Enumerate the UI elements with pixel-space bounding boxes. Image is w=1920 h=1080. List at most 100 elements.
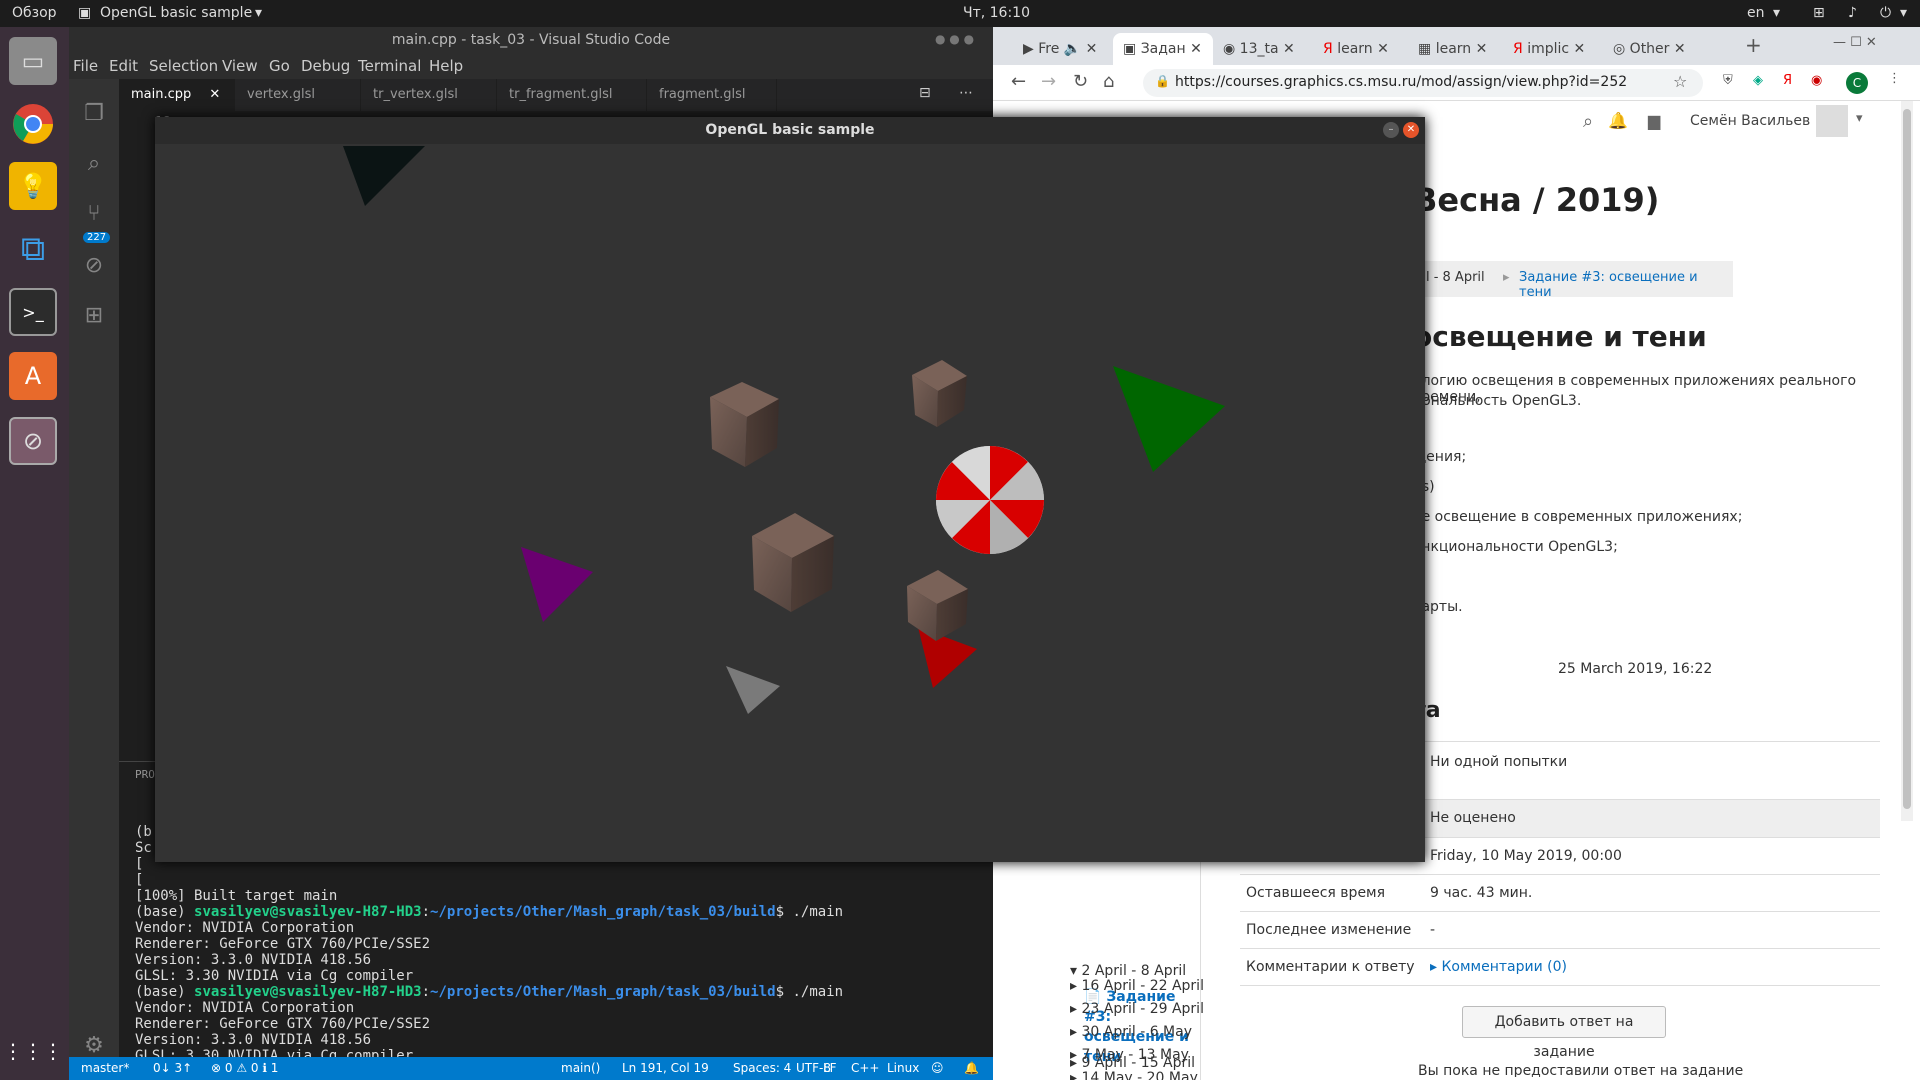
render-canvas[interactable] (155, 144, 1425, 862)
vscode-icon[interactable]: ⧉ (9, 225, 57, 273)
menu-help[interactable]: Help (429, 57, 463, 75)
terminal-line: [ (135, 856, 144, 872)
browser-tab[interactable]: Я implic ✕ (1503, 33, 1603, 65)
nav-item[interactable]: ▸ 23 April - 29 April (1070, 1001, 1204, 1017)
tab-main-cpp[interactable]: main.cpp ✕ (119, 79, 235, 111)
language-mode[interactable]: C++ (851, 1061, 880, 1075)
browser-tab[interactable]: ▶ Fre 🔈 ✕ (1013, 33, 1113, 65)
extension-icon[interactable]: ◈ (1753, 73, 1763, 88)
breadcrumb-item-current[interactable]: Задание #3: освещение и тени (1519, 270, 1733, 300)
avatar[interactable] (1816, 105, 1848, 137)
clock[interactable]: Чт, 16:10 (963, 5, 1030, 21)
browser-tab[interactable]: ▦ learn ✕ (1408, 33, 1503, 65)
bell-icon[interactable]: 🔔 (1608, 111, 1628, 130)
back-icon[interactable]: ← (1011, 71, 1026, 92)
sync-indicator[interactable]: 0↓ 3↑ (153, 1061, 192, 1075)
power-icon[interactable]: ⏻ (1880, 5, 1891, 21)
triangle-red (918, 627, 977, 688)
os-indicator[interactable]: Linux (887, 1061, 919, 1075)
terminal-line: Version: 3.3.0 NVIDIA 418.56 (135, 952, 372, 968)
comments-link[interactable]: ▸ Комментарии (0) (1430, 959, 1567, 975)
tab-tr-vertex-glsl[interactable]: tr_vertex.glsl (361, 79, 497, 111)
menu-debug[interactable]: Debug (301, 57, 350, 75)
menu-edit[interactable]: Edit (109, 57, 138, 75)
feedback-icon[interactable]: ☺ (931, 1061, 944, 1075)
network-icon[interactable]: ⊞ (1813, 5, 1825, 21)
chrome-icon[interactable] (9, 100, 57, 148)
reload-icon[interactable]: ↻ (1073, 71, 1088, 92)
debug-icon[interactable]: ⊘ (79, 251, 109, 281)
browser-tab[interactable]: ◎ Other ✕ (1603, 33, 1703, 65)
menu-selection[interactable]: Selection (149, 57, 218, 75)
split-editor-icon[interactable]: ⊟ (919, 85, 931, 101)
terminal-icon[interactable]: >_ (9, 288, 57, 336)
language-indicator[interactable]: en (1747, 5, 1765, 21)
bell-icon[interactable]: 🔔 (964, 1061, 979, 1075)
nav-item[interactable]: ▸ 30 April - 6 May (1070, 1024, 1192, 1040)
show-apps-icon[interactable]: ⋮⋮⋮ (3, 1027, 63, 1075)
forward-icon[interactable]: → (1041, 71, 1056, 92)
scrollbar[interactable] (1901, 101, 1913, 821)
nav-item[interactable]: ▾ 2 April - 8 April (1070, 963, 1186, 979)
search-icon[interactable]: ⌕ (1583, 111, 1593, 132)
yandex-icon[interactable]: Я (1783, 73, 1792, 88)
source-control-icon[interactable]: ⑂ (79, 199, 109, 229)
extension-icon[interactable]: ⛨ (1723, 73, 1733, 88)
menu-go[interactable]: Go (269, 57, 290, 75)
terminal-line: Vendor: NVIDIA Corporation (135, 1000, 355, 1016)
menu-terminal[interactable]: Terminal (358, 57, 421, 75)
user-name[interactable]: Семён Васильев (1690, 113, 1810, 129)
nav-item[interactable]: ▸ 16 April - 22 April (1070, 978, 1204, 994)
triangle-grey (726, 666, 780, 714)
indentation[interactable]: Spaces: 4 (733, 1061, 791, 1075)
function-indicator[interactable]: main() (561, 1061, 600, 1075)
new-tab-button[interactable]: + (1745, 33, 1762, 57)
home-icon[interactable]: ⌂ (1103, 71, 1114, 92)
messages-icon[interactable]: ▆ (1648, 111, 1660, 130)
page-heading: освещение и тени (1413, 320, 1707, 353)
overview-button[interactable]: Обзор (12, 5, 57, 21)
opengl-window[interactable]: OpenGL basic sample – ✕ (155, 117, 1425, 862)
extensions-icon[interactable]: ⊞ (79, 301, 109, 331)
system-top-bar: Обзор ▣ OpenGL basic sample ▾ Чт, 16:10 … (0, 0, 1920, 27)
files-icon[interactable]: ▭ (9, 37, 57, 85)
close-icon[interactable]: ✕ (209, 87, 220, 102)
terminal-line: [ (135, 872, 144, 888)
crate (710, 382, 779, 467)
panel-tab-label[interactable]: PRO (135, 768, 155, 781)
browser-tab[interactable]: ◉ 13_ta ✕ (1213, 33, 1313, 65)
window-controls[interactable]: — ☐ ✕ (1833, 35, 1877, 50)
tab-vertex-glsl[interactable]: vertex.glsl (235, 79, 361, 111)
more-icon[interactable]: ⋯ (959, 85, 973, 101)
profile-avatar[interactable]: С (1846, 72, 1868, 94)
menu-view[interactable]: View (222, 57, 258, 75)
tab-tr-fragment-glsl[interactable]: tr_fragment.glsl (497, 79, 647, 111)
nav-item[interactable]: ▸ 7 May - 13 May (1070, 1047, 1189, 1063)
breadcrumb-item[interactable]: ril - 8 April (1417, 270, 1485, 285)
add-submission-button[interactable]: Добавить ответ на задание (1462, 1006, 1666, 1060)
lightbulb-icon[interactable]: 💡 (9, 162, 57, 210)
window-controls[interactable]: ● ● ● (935, 32, 974, 46)
nav-item[interactable]: ▸ 14 May - 20 May (1070, 1070, 1198, 1080)
minimize-icon[interactable]: – (1383, 122, 1399, 138)
eol[interactable]: LF (823, 1061, 837, 1075)
volume-icon[interactable]: ♪ (1848, 5, 1857, 21)
browser-tab-active[interactable]: ▣ Задан ✕ (1113, 33, 1213, 65)
browser-tab[interactable]: Я learn ✕ (1313, 33, 1408, 65)
close-icon[interactable]: ✕ (1403, 122, 1419, 138)
search-icon[interactable]: ⌕ (79, 149, 109, 179)
url-input[interactable]: 🔒 https://courses.graphics.cs.msu.ru/mod… (1143, 69, 1703, 97)
software-center-icon[interactable]: A (9, 352, 57, 400)
tab-fragment-glsl[interactable]: fragment.glsl (647, 79, 777, 111)
menu-file[interactable]: File (73, 57, 98, 75)
star-icon[interactable]: ☆ (1673, 72, 1687, 91)
menu-icon[interactable]: ⋮ (1888, 71, 1901, 86)
branch-indicator[interactable]: master* (81, 1061, 129, 1075)
explorer-icon[interactable]: ❐ (79, 99, 109, 129)
extension-icon[interactable]: ◉ (1811, 73, 1822, 88)
app-menu[interactable]: OpenGL basic sample (100, 5, 252, 21)
chevron-down-icon[interactable]: ▾ (1856, 111, 1863, 126)
problems-indicator[interactable]: ⊗ 0 ⚠ 0 ℹ 1 (211, 1061, 278, 1075)
cursor-position[interactable]: Ln 191, Col 19 (622, 1061, 709, 1075)
opengl-app-icon[interactable]: ⊘ (9, 417, 57, 465)
